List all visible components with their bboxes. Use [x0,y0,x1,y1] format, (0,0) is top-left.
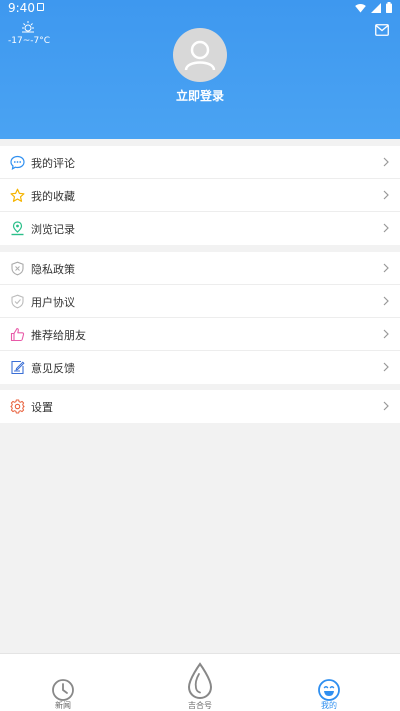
menu-item-label: 浏览记录 [31,223,75,236]
menu-item-label: 用户协议 [31,296,75,309]
menu-item-privacy-policy[interactable]: 隐私政策 [0,252,400,285]
menu-item-label: 隐私政策 [31,263,75,276]
chevron-right-icon [383,329,389,339]
thumbs-up-icon [10,327,25,342]
menu-item-label: 推荐给朋友 [31,329,86,342]
profile-header: 9:40 -17~-7°C 立即登录 [0,0,400,139]
menu-group-settings: 设置 [0,390,400,423]
weather-temperature: -17~-7°C [8,36,50,46]
clock-icon [52,679,74,701]
sun-icon [22,21,34,33]
chevron-right-icon [383,223,389,233]
mail-icon[interactable] [375,24,389,36]
tab-news[interactable]: 新闻 [38,654,88,711]
chevron-right-icon [383,362,389,372]
login-link[interactable]: 立即登录 [0,87,400,104]
bottom-nav: 新闻 吉合号 我的 [0,653,400,711]
agreement-shield-icon [11,294,24,309]
menu-item-my-favorites[interactable]: 我的收藏 [0,179,400,212]
chevron-right-icon [383,190,389,200]
smile-icon [318,679,340,701]
notification-icon [37,3,44,11]
tab-news-label: 新闻 [55,701,71,710]
menu-item-label: 我的评论 [31,157,75,170]
tab-jiheh-label: 吉合号 [188,701,212,710]
status-indicators [355,2,392,13]
location-history-icon [11,221,24,236]
chevron-right-icon [383,401,389,411]
signal-icon [371,2,381,13]
chevron-right-icon [383,157,389,167]
privacy-shield-icon [11,261,24,276]
menu-item-label: 意见反馈 [31,362,75,375]
status-bar: 9:40 [0,0,400,16]
menu-item-label: 设置 [31,401,53,414]
tab-mine[interactable]: 我的 [304,654,354,711]
chevron-right-icon [383,296,389,306]
wifi-icon [355,3,366,12]
user-placeholder-icon [184,40,216,71]
feedback-icon [11,360,25,375]
comment-icon [10,155,25,170]
menu-item-my-comments[interactable]: 我的评论 [0,146,400,179]
droplet-icon [187,662,213,700]
menu-item-settings[interactable]: 设置 [0,390,400,423]
menu-group-activity: 我的评论 我的收藏 浏览记录 [0,146,400,245]
menu-item-feedback[interactable]: 意见反馈 [0,351,400,384]
tab-jiheh[interactable]: 吉合号 [175,654,225,711]
menu-item-recommend-to-friends[interactable]: 推荐给朋友 [0,318,400,351]
menu-item-browsing-history[interactable]: 浏览记录 [0,212,400,245]
gear-icon [10,399,25,414]
menu-item-label: 我的收藏 [31,190,75,203]
battery-icon [386,2,392,13]
menu-item-user-agreement[interactable]: 用户协议 [0,285,400,318]
menu-group-info: 隐私政策 用户协议 推荐给朋友 意见反馈 [0,252,400,384]
chevron-right-icon [383,263,389,273]
status-time: 9:40 [8,1,35,15]
tab-mine-label: 我的 [321,701,337,710]
avatar[interactable] [173,28,227,82]
star-icon [10,188,25,202]
